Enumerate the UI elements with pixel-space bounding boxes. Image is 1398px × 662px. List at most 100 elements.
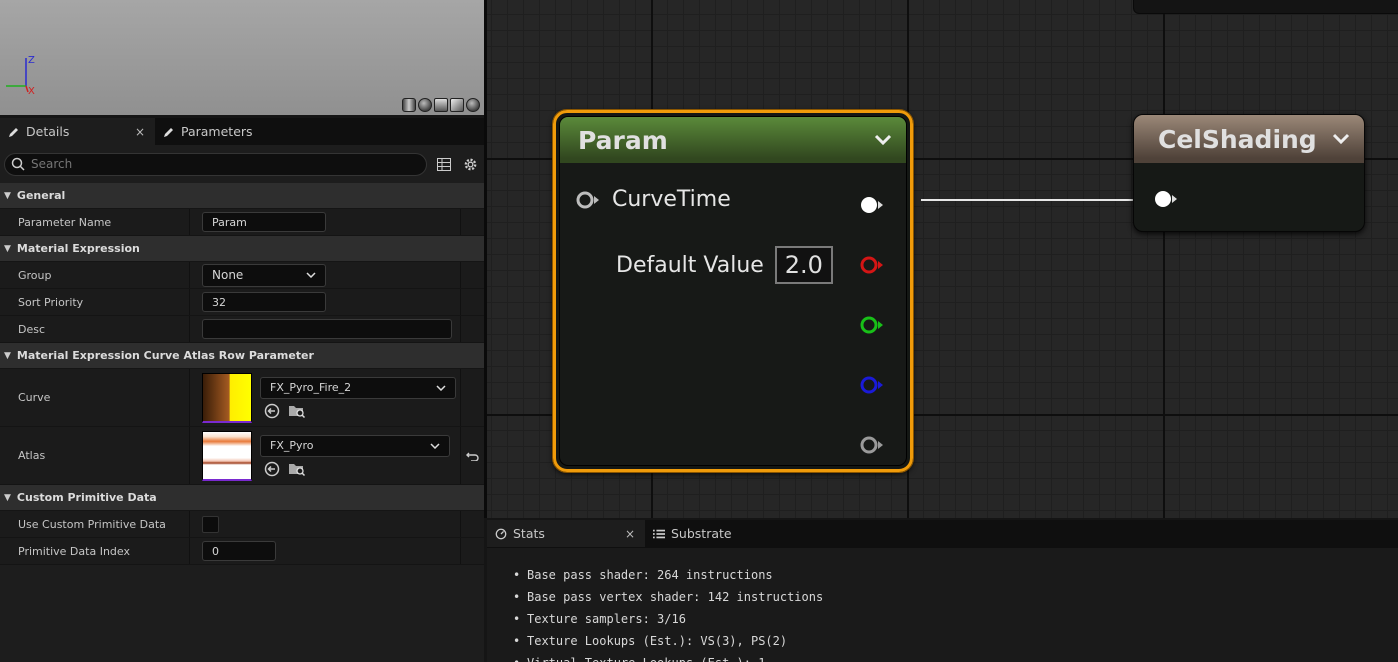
curve-thumbnail[interactable] <box>202 372 252 423</box>
cylinder-icon[interactable] <box>402 98 416 112</box>
preview-shape-toolbar <box>402 98 480 112</box>
property-curve: Curve FX_Pyro_Fire_2 <box>0 369 484 427</box>
graph-node-offscreen[interactable] <box>1133 0 1398 14</box>
stats-line: Texture samplers: 3/16 <box>513 608 1398 630</box>
section-curve-atlas-label: Material Expression Curve Atlas Row Para… <box>16 349 314 362</box>
input-pin-icon[interactable] <box>576 191 600 209</box>
stats-line: Base pass vertex shader: 142 instruction… <box>513 586 1398 608</box>
close-icon[interactable]: × <box>135 125 145 139</box>
property-parameter-name: Parameter Name Param <box>0 209 484 236</box>
use-selected-asset-icon[interactable] <box>264 461 280 477</box>
details-panel: ▼ General Parameter Name Param ▼ Material … <box>0 145 484 662</box>
table-view-icon[interactable] <box>435 155 453 173</box>
stats-line: Virtual Texture Lookups (Est.): 1 <box>513 652 1398 662</box>
atlas-thumbnail[interactable] <box>202 430 252 481</box>
chevron-down-icon <box>306 272 316 278</box>
property-label: Primitive Data Index <box>0 538 190 564</box>
stats-gauge-icon <box>495 528 507 539</box>
curve-time-input-row: CurveTime <box>576 187 731 212</box>
param-node-header[interactable]: Param <box>560 117 906 163</box>
use-custom-primitive-checkbox[interactable] <box>202 515 219 533</box>
chevron-down-icon <box>436 384 446 391</box>
axis-z-label: Z <box>28 55 35 66</box>
output-pin-white-icon[interactable] <box>860 196 884 214</box>
property-desc: Desc <box>0 316 484 343</box>
output-pin-green-icon[interactable] <box>860 316 884 334</box>
pencil-icon <box>9 127 18 137</box>
param-node-title: Param <box>578 125 668 155</box>
default-value-input[interactable]: 2.0 <box>774 246 833 284</box>
celshading-node-title: CelShading <box>1158 124 1317 154</box>
section-curve-atlas-row-parameter[interactable]: ▼ Material Expression Curve Atlas Row Par… <box>0 343 484 369</box>
stats-panel: Base pass shader: 264 instructions Base … <box>487 548 1398 662</box>
tab-details[interactable]: Details × <box>0 118 155 145</box>
output-pin-blue-icon[interactable] <box>860 376 884 394</box>
tab-substrate[interactable]: Substrate <box>645 520 740 547</box>
tab-stats[interactable]: Stats × <box>487 520 645 547</box>
property-label: Sort Priority <box>0 289 190 315</box>
material-graph-canvas[interactable]: Param CurveTime Default Value 2.0 CelSha… <box>484 0 1398 518</box>
atlas-value: FX_Pyro <box>270 439 314 452</box>
group-dropdown[interactable]: None <box>202 263 326 287</box>
property-label: Group <box>0 262 190 288</box>
celshading-node[interactable]: CelShading <box>1133 114 1365 232</box>
material-preview-viewport[interactable]: Z X <box>0 0 484 115</box>
search-box <box>4 152 427 176</box>
reset-to-default-icon[interactable] <box>466 451 479 461</box>
stats-line: Base pass shader: 264 instructions <box>513 564 1398 586</box>
gear-icon[interactable] <box>461 155 479 173</box>
stats-line: Texture Lookups (Est.): VS(3), PS(2) <box>513 630 1398 652</box>
browse-folder-icon[interactable] <box>288 461 306 477</box>
section-custom-primitive-data[interactable]: ▼ Custom Primitive Data <box>0 485 484 511</box>
section-general-label: General <box>16 189 66 202</box>
property-group: Group None <box>0 262 484 289</box>
property-label: Atlas <box>0 427 190 484</box>
tab-parameters-label: Parameters <box>181 124 253 139</box>
collapse-caret-icon: ▼ <box>4 492 11 503</box>
chevron-down-icon[interactable] <box>1332 133 1350 145</box>
celshading-node-header[interactable]: CelShading <box>1134 115 1364 163</box>
curve-value: FX_Pyro_Fire_2 <box>270 381 352 394</box>
stats-tab-bar: Stats × Substrate <box>487 520 1398 548</box>
output-pin-red-icon[interactable] <box>860 256 884 274</box>
section-material-expression-label: Material Expression <box>16 242 140 255</box>
axis-gizmo-icon: Z X <box>6 55 35 97</box>
atlas-asset-picker[interactable]: FX_Pyro <box>260 434 450 457</box>
axis-x-label: X <box>28 86 35 97</box>
section-material-expression[interactable]: ▼ Material Expression <box>0 236 484 262</box>
cube-icon[interactable] <box>450 98 464 112</box>
close-icon[interactable]: × <box>625 527 635 541</box>
input-pin-icon[interactable] <box>1154 190 1178 208</box>
use-selected-asset-icon[interactable] <box>264 403 280 419</box>
primitive-data-index-input[interactable]: 0 <box>202 541 276 561</box>
property-primitive-data-index: Primitive Data Index 0 <box>0 538 484 565</box>
browse-folder-icon[interactable] <box>288 403 306 419</box>
property-label: Parameter Name <box>0 209 190 235</box>
chevron-down-icon[interactable] <box>874 134 892 146</box>
search-input[interactable] <box>31 157 411 171</box>
curve-time-label: CurveTime <box>612 187 731 212</box>
curve-asset-picker[interactable]: FX_Pyro_Fire_2 <box>260 376 456 399</box>
collapse-caret-icon: ▼ <box>4 190 11 201</box>
property-use-custom-primitive-data: Use Custom Primitive Data <box>0 511 484 538</box>
sphere-icon[interactable] <box>418 98 432 112</box>
teapot-icon[interactable] <box>466 98 480 112</box>
pencil-icon <box>164 127 173 137</box>
chevron-down-icon <box>430 442 440 449</box>
property-label: Use Custom Primitive Data <box>0 511 190 537</box>
param-node[interactable]: Param CurveTime Default Value 2.0 <box>552 109 914 473</box>
group-value: None <box>212 268 244 282</box>
desc-input[interactable] <box>202 319 452 339</box>
tab-stats-label: Stats <box>513 526 545 541</box>
search-row <box>0 145 484 183</box>
parameter-name-input[interactable]: Param <box>202 212 326 232</box>
collapse-caret-icon: ▼ <box>4 350 11 361</box>
connection-wire[interactable] <box>921 199 1161 201</box>
section-general[interactable]: ▼ General <box>0 183 484 209</box>
tab-parameters[interactable]: Parameters <box>155 118 261 145</box>
property-sort-priority: Sort Priority 32 <box>0 289 484 316</box>
plane-icon[interactable] <box>434 98 448 112</box>
sort-priority-input[interactable]: 32 <box>202 292 326 312</box>
search-icon <box>11 157 25 171</box>
output-pin-alpha-icon[interactable] <box>860 436 884 454</box>
